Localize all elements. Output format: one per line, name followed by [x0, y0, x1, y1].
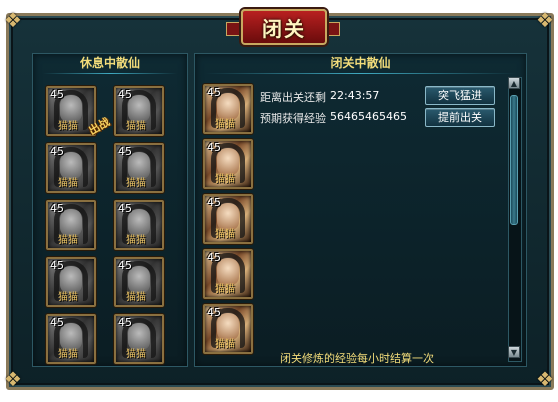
settlement-note: 闭关修炼的经验每小时结算一次 — [280, 352, 434, 365]
level-number: 45 — [50, 259, 64, 272]
resting-immortal-slot[interactable]: 45 猫猫 — [114, 257, 164, 307]
scrollbar-thumb[interactable] — [510, 95, 518, 225]
expected-exp-value: 56465465465 — [330, 110, 407, 123]
immortal-name-tag: 猫猫 — [215, 229, 235, 240]
immortal-name-tag: 猫猫 — [126, 349, 146, 360]
immortal-name-tag: 猫猫 — [215, 339, 235, 350]
secluded-immortal-slot[interactable]: 45 猫猫 — [203, 84, 253, 134]
immortal-name-tag: 猫猫 — [126, 292, 146, 303]
secluded-immortal-slot[interactable]: 45 猫猫 — [203, 249, 253, 299]
breakthrough-button[interactable]: 突飞猛进 — [425, 86, 495, 105]
scroll-down-icon[interactable]: ▼ — [508, 346, 520, 358]
level-number: 45 — [207, 86, 221, 99]
level-number: 45 — [50, 202, 64, 215]
level-number: 45 — [207, 251, 221, 264]
immortal-name-tag: 猫猫 — [126, 178, 146, 189]
level-number: 45 — [50, 88, 64, 101]
resting-panel-header: 休息中散仙 — [79, 56, 140, 70]
resting-immortal-slot[interactable]: 45 猫猫 — [46, 143, 96, 193]
immortal-name-tag: 猫猫 — [58, 178, 78, 189]
immortal-name-tag: 猫猫 — [58, 235, 78, 246]
scroll-up-icon[interactable]: ▲ — [508, 77, 520, 89]
header-divider — [43, 73, 177, 74]
immortal-name-tag: 猫猫 — [126, 121, 146, 132]
immortal-name-tag: 猫猫 — [215, 174, 235, 185]
secluded-immortal-slot[interactable]: 45 猫猫 — [203, 139, 253, 189]
secluded-immortal-slot[interactable]: 45 猫猫 — [203, 304, 253, 354]
resting-immortal-slot[interactable]: 45 猫猫 — [114, 200, 164, 250]
resting-immortal-slot[interactable]: 45 猫猫 — [46, 200, 96, 250]
immortal-name-tag: 猫猫 — [58, 121, 78, 132]
secluded-panel-header: 闭关中散仙 — [330, 56, 391, 70]
resting-immortal-slot[interactable]: 45 猫猫 — [114, 86, 164, 136]
resting-immortal-slot[interactable]: 45 猫猫 — [46, 257, 96, 307]
level-number: 45 — [118, 88, 132, 101]
immortal-name-tag: 猫猫 — [215, 119, 235, 130]
level-number: 45 — [50, 145, 64, 158]
level-number: 45 — [118, 202, 132, 215]
level-number: 45 — [50, 316, 64, 329]
resting-immortal-slot[interactable]: 45 猫猫 — [114, 314, 164, 364]
remaining-time-value: 22:43:57 — [330, 89, 380, 102]
corner-ornament-icon: ❖ — [4, 367, 22, 391]
level-number: 45 — [118, 259, 132, 272]
corner-ornament-icon: ❖ — [4, 8, 22, 32]
expected-exp-label: 预期获得经验 — [260, 112, 326, 125]
immortal-name-tag: 猫猫 — [215, 284, 235, 295]
window-title-text: 闭关 — [262, 16, 306, 41]
level-number: 45 — [207, 306, 221, 319]
level-number: 45 — [207, 141, 221, 154]
window-title: 闭关 — [241, 9, 327, 45]
level-number: 45 — [118, 316, 132, 329]
header-divider — [205, 73, 516, 74]
secluded-immortal-slot[interactable]: 45 猫猫 — [203, 194, 253, 244]
immortal-name-tag: 猫猫 — [58, 292, 78, 303]
resting-immortal-slot[interactable]: 45 猫猫 — [46, 314, 96, 364]
level-number: 45 — [207, 196, 221, 209]
immortal-name-tag: 猫猫 — [126, 235, 146, 246]
corner-ornament-icon: ❖ — [536, 8, 554, 32]
immortal-name-tag: 猫猫 — [58, 349, 78, 360]
level-number: 45 — [118, 145, 132, 158]
remaining-time-label: 距离出关还剩 — [260, 91, 326, 104]
corner-ornament-icon: ❖ — [536, 367, 554, 391]
resting-immortal-slot[interactable]: 45 猫猫 — [114, 143, 164, 193]
early-exit-button[interactable]: 提前出关 — [425, 108, 495, 127]
